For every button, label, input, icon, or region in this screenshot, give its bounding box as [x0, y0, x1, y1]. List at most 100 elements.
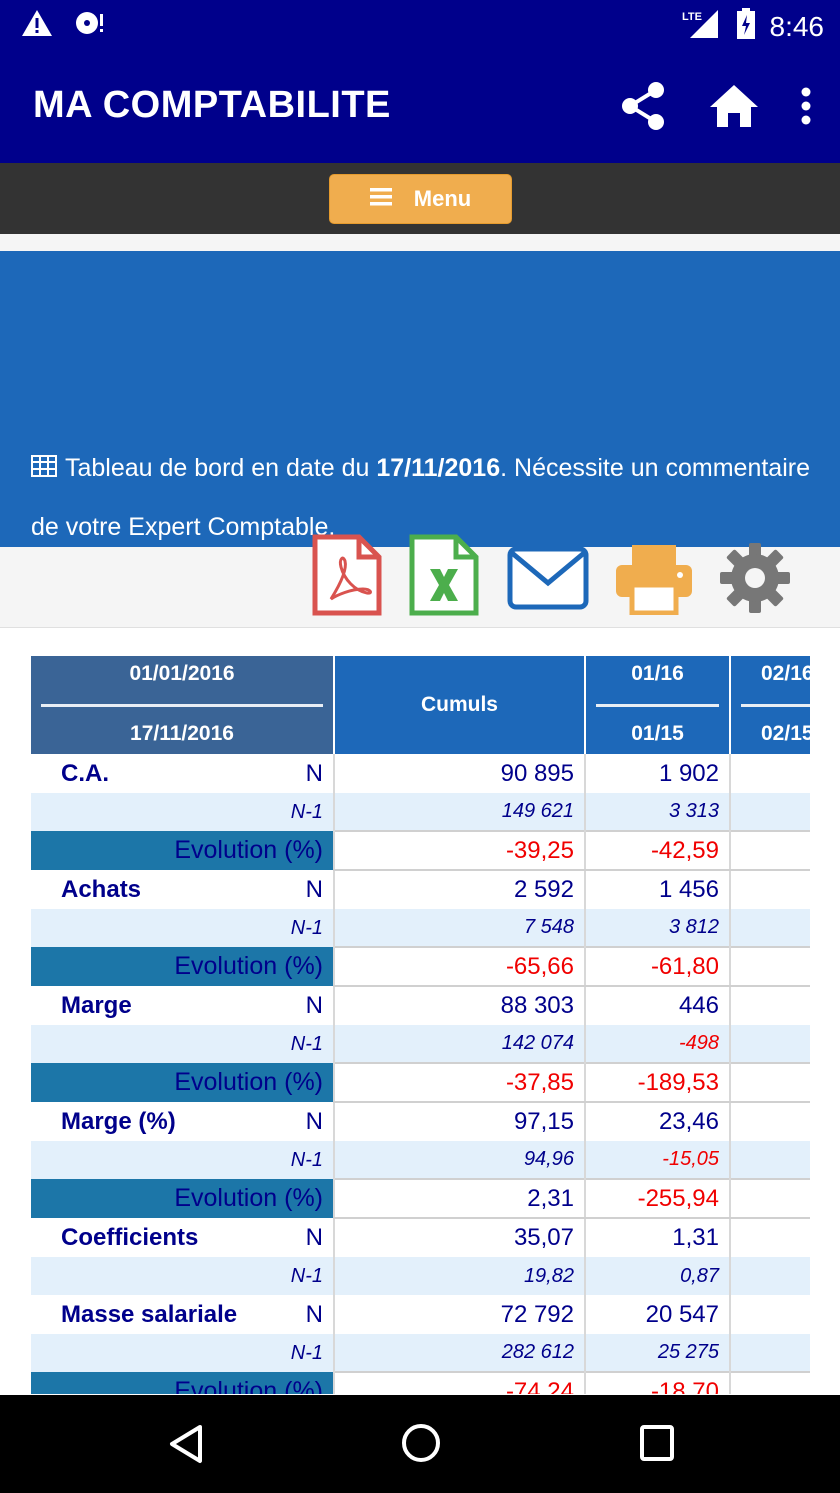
n1-tag: N-1	[31, 1334, 334, 1372]
cell-evolution: -39,25	[333, 830, 585, 871]
cell-n1: 7 548	[333, 909, 585, 947]
warning-icon	[20, 8, 54, 43]
status-bar: LTE 8:46	[0, 0, 840, 50]
export-toolbar	[0, 534, 840, 628]
row-name: Masse salariale	[61, 1300, 238, 1328]
table-row: N-119,820,8725	[31, 1257, 810, 1295]
row-name: C.A.	[61, 759, 109, 787]
app-bar: MA COMPTABILITE	[0, 50, 840, 163]
cell-n1: 4 9	[729, 793, 810, 831]
table-row: Evolution (%)-74,24-18,7015	[31, 1371, 810, 1394]
dashboard-table: 01/01/2016 17/11/2016 Cumuls 01/16 01/15…	[31, 656, 810, 1394]
row-name: Marge	[61, 991, 132, 1019]
cell-n1: 19,82	[333, 1257, 585, 1295]
cell-n1: 282 612	[333, 1334, 585, 1372]
n-tag: N	[305, 992, 323, 1019]
recents-icon[interactable]	[638, 1423, 676, 1468]
cell-evolution: 52,	[729, 1062, 810, 1103]
svg-text:LTE: LTE	[682, 11, 702, 23]
banner-date: 17/11/2016	[376, 454, 501, 482]
row-label: Masse salariale N	[31, 1295, 334, 1334]
cell-n1: 4 7	[729, 1025, 810, 1063]
row-name: Coefficients	[61, 1223, 199, 1251]
back-icon[interactable]	[166, 1423, 206, 1470]
cell-evolution: 2,31	[333, 1178, 585, 1219]
table-row: Evolution (%)-39,25-42,5960,	[31, 830, 810, 871]
share-icon[interactable]	[620, 80, 668, 137]
table-row: Evolution (%)-37,85-189,5352,	[31, 1062, 810, 1103]
table-row: Marge N 88 3034467 1	[31, 986, 810, 1025]
cell-n: 1 456	[584, 870, 730, 909]
excel-icon[interactable]	[408, 533, 480, 622]
menu-button[interactable]: Menu	[329, 174, 512, 224]
cell-n: 7	[729, 870, 810, 909]
table-row: N-194,96-15,0596	[31, 1141, 810, 1179]
evolution-label: Evolution (%)	[31, 1372, 334, 1394]
cell-n: 35 5	[729, 1295, 810, 1334]
evolution-label: Evolution (%)	[31, 947, 334, 986]
cell-n1: 3 313	[584, 793, 730, 831]
table-body: C.A.N90 8951 9027 8N-1149 6213 3134 9Evo…	[31, 754, 810, 1394]
table-row: N-17 5483 8127	[31, 909, 810, 947]
menu-label: Menu	[413, 186, 472, 211]
period-start: 01/01/2016	[129, 662, 235, 685]
cell-evolution: -5,	[729, 1178, 810, 1219]
cell-evolution: -42,59	[584, 830, 730, 871]
n-tag: N	[305, 1301, 323, 1328]
hamburger-icon	[369, 186, 392, 212]
cell-n: 7 8	[729, 754, 810, 793]
home-icon[interactable]	[708, 83, 760, 134]
signal-lte-icon: LTE	[682, 8, 722, 45]
row-name: Marge (%)	[61, 1107, 176, 1135]
overflow-menu-icon[interactable]	[800, 86, 812, 131]
cell-evolution: -61,80	[584, 946, 730, 987]
cell-n1: 149 621	[333, 793, 585, 831]
n-tag: N	[305, 1108, 323, 1135]
evolution-label: Evolution (%)	[31, 831, 334, 870]
cell-n1: -15,05	[584, 1141, 730, 1179]
n1-tag: N-1	[31, 793, 334, 831]
dashboard-banner: Tableau de bord en date du 17/11/2016. N…	[0, 251, 840, 547]
print-icon[interactable]	[614, 543, 694, 620]
cell-n: 35,07	[333, 1218, 585, 1257]
cell-n1: 94,96	[333, 1141, 585, 1179]
cell-n1: 25 275	[584, 1334, 730, 1372]
cell-n: 91,	[729, 1102, 810, 1141]
table-row: N-1149 6213 3134 9	[31, 793, 810, 831]
row-label: Achats N	[31, 870, 334, 909]
month-header-2: 02/16 02/15	[730, 656, 810, 754]
pdf-icon[interactable]	[311, 533, 383, 622]
cell-n: 446	[584, 986, 730, 1025]
cell-n: 23,46	[584, 1102, 730, 1141]
cell-n1: 142 074	[333, 1025, 585, 1063]
home-nav-icon[interactable]	[399, 1421, 443, 1470]
battery-icon	[736, 8, 756, 45]
menu-bar: Menu	[0, 163, 840, 234]
table-row: Marge (%) N 97,1523,4691,	[31, 1102, 810, 1141]
row-label: Marge N	[31, 986, 334, 1025]
table-row: Evolution (%)-65,66-61,80264,	[31, 946, 810, 987]
cell-evolution: -18,70	[584, 1371, 730, 1394]
n-tag: N	[305, 760, 323, 787]
cell-n: 72 792	[333, 1295, 585, 1334]
cell-evolution: -65,66	[333, 946, 585, 987]
cell-evolution: -255,94	[584, 1178, 730, 1219]
n1-tag: N-1	[31, 909, 334, 947]
cell-n1: 25	[729, 1257, 810, 1295]
cell-n: 90 895	[333, 754, 585, 793]
table-row: N-1282 61225 27530 7	[31, 1334, 810, 1372]
settings-icon[interactable]	[718, 541, 792, 620]
n1-tag: N-1	[31, 1141, 334, 1179]
n-tag: N	[305, 1224, 323, 1251]
period-header: 01/01/2016 17/11/2016	[31, 656, 335, 754]
cell-n: 1 902	[584, 754, 730, 793]
status-time: 8:46	[769, 10, 825, 42]
cell-evolution: -74,24	[333, 1371, 585, 1394]
cumuls-header: Cumuls	[334, 656, 586, 754]
period-end: 17/11/2016	[130, 722, 234, 745]
mail-icon[interactable]	[506, 545, 590, 616]
cell-n1: 7	[729, 909, 810, 947]
table-row: C.A. N 90 8951 9027 8	[31, 754, 810, 793]
cell-n1: 3 812	[584, 909, 730, 947]
table-row: Evolution (%)2,31-255,94-5,	[31, 1178, 810, 1219]
